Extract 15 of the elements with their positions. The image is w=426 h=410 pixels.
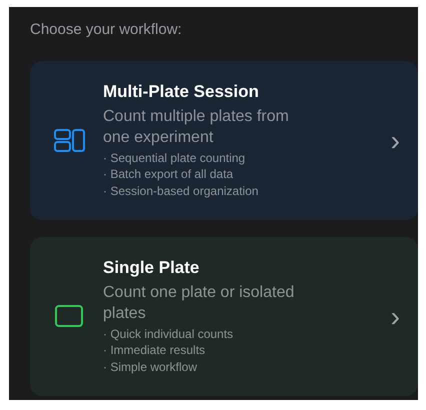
workflow-option-card[interactable]: Single Plate Count one plate or isolated plates · Quick individual counts · Immediate results · Simple workflow › [30,237,418,396]
option-description: Count multiple plates from one experiment [103,106,290,148]
chevron-icon: › [390,126,400,154]
feature-item: · Sequential plate counting [103,150,246,166]
option-description: Count one plate or isolated plates [103,282,296,324]
section-heading: Choose your workflow: [30,21,183,38]
feature-item: · Session-based organization [103,182,260,200]
feature-item: · Quick individual counts [103,326,234,342]
feature-item: · Batch export of all data [103,166,234,183]
feature-item: · Immediate results [103,342,206,359]
chevron-icon: › [390,302,400,330]
option-title: Multi-Plate Session [103,82,260,102]
feature-item: · Simple workflow [103,358,198,376]
option-title: Single Plate [103,258,200,278]
workflow-option-card[interactable]: Multi-Plate Session Count multiple plates from one experiment · Sequential plate counting · Batch export of all data · Session-based organization › [30,61,418,220]
